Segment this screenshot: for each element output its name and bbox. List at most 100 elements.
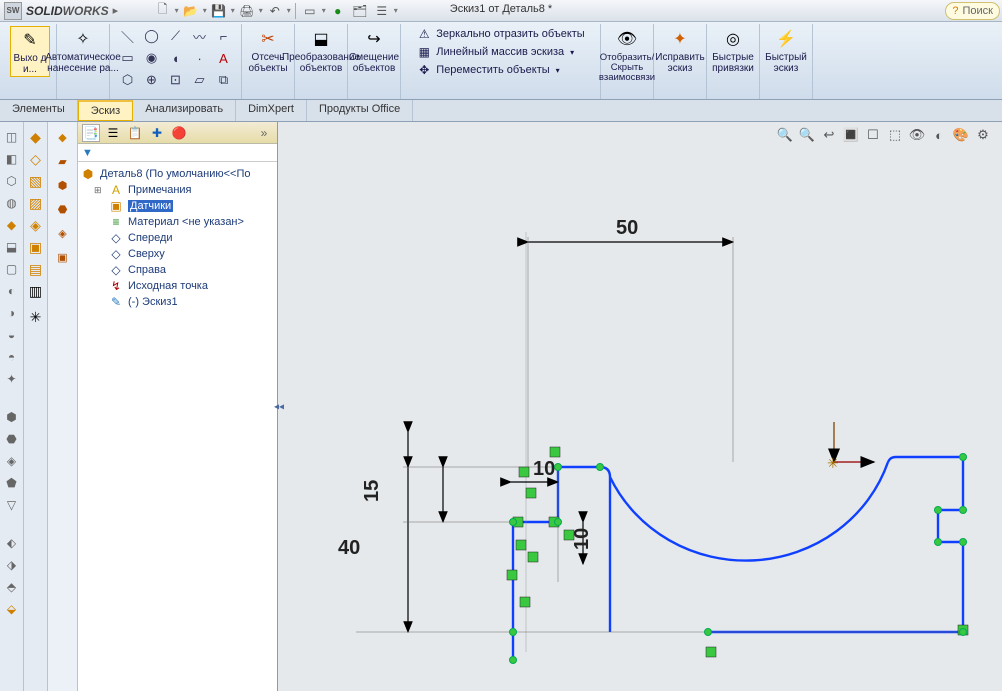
circle-tool-icon[interactable]: ◯ [141,26,163,46]
select-icon[interactable]: ▭ [300,2,320,20]
dimension-50[interactable]: 50 [528,217,733,467]
c2e-icon[interactable]: ◈ [27,216,45,234]
chain-tool-icon[interactable]: ⧉ [213,70,235,90]
c2i-icon[interactable]: ✳ [27,308,45,326]
polygon-tool-icon[interactable]: ⬡ [117,70,139,90]
se2-icon[interactable]: ▰ [54,152,72,170]
c2h-icon[interactable]: ▥ [27,282,45,300]
menu-chevron-icon[interactable]: ▸ [113,4,123,17]
tree-sensors[interactable]: ▣ Датчики [80,198,275,214]
tb19-icon[interactable]: ⬗ [3,556,21,574]
ellipse-tool-icon[interactable]: ◉ [141,48,163,68]
tb3-icon[interactable]: ⬡ [3,172,21,190]
tb5-icon[interactable]: ◆ [3,216,21,234]
print-icon[interactable]: 🖨 [237,2,257,20]
tb11-icon[interactable]: ◓ [3,348,21,366]
tab-elements[interactable]: Элементы [0,100,78,121]
display-relations-button[interactable]: 👁 Отобразить/Скрыть взаимосвязи [607,26,647,84]
spline-tool-icon[interactable]: 〰 [189,26,211,46]
convert-button[interactable]: ⬓ Преобразование объектов [301,26,341,75]
c2a-icon[interactable]: ◆ [27,128,45,146]
tree-top-plane[interactable]: ◇ Сверху [80,246,275,262]
tb9-icon[interactable]: ◑ [3,304,21,322]
tb12-icon[interactable]: ✦ [3,370,21,388]
offset-button[interactable]: ↪ Смещение объектов [354,26,394,75]
manager-tab-design-icon[interactable]: 📑 [82,124,100,142]
se1-icon[interactable]: ◆ [54,128,72,146]
tb14-icon[interactable]: ⬣ [3,430,21,448]
c2b-icon[interactable]: ◇ [27,150,45,168]
tb13-icon[interactable]: ⬢ [3,408,21,426]
tree-part-root[interactable]: ⬢ Деталь8 (По умолчанию<<По [80,166,275,182]
tree-annotations[interactable]: ⊞ A Примечания [80,182,275,198]
plane-tool-icon[interactable]: ▱ [189,70,211,90]
tab-office[interactable]: Продукты Office [307,100,413,121]
manager-tab-dimxpert-icon[interactable]: ✚ [148,124,166,142]
text-tool-icon[interactable]: A [213,48,235,68]
tb6-icon[interactable]: ⬓ [3,238,21,256]
centerline-icon[interactable]: ⊡ [165,70,187,90]
se4-icon[interactable]: ⬣ [54,200,72,218]
c2c-icon[interactable]: ▧ [27,172,45,190]
dimension-15[interactable]: 15 [361,432,513,522]
tb4-icon[interactable]: ◍ [3,194,21,212]
rapid-sketch-button[interactable]: ⚡ Быстрый эскиз [766,26,806,75]
rect-tool-icon[interactable]: ▭ [117,48,139,68]
se3-icon[interactable]: ⬢ [54,176,72,194]
tree-material[interactable]: ≡ Материал <не указан> [80,214,275,230]
tab-analyze[interactable]: Анализировать [133,100,236,121]
repair-sketch-button[interactable]: ✦ Исправить эскиз [660,26,700,75]
more1-icon[interactable]: ⊕ [141,70,163,90]
tb8-icon[interactable]: ◐ [3,282,21,300]
properties-icon[interactable]: ☰ [372,2,392,20]
tb1-icon[interactable]: ◫ [3,128,21,146]
dimension-10-v[interactable]: 10 [571,522,593,564]
move-entities-button[interactable]: ✥ Переместить объекты▾ [416,62,584,78]
tree-sketch1[interactable]: ✎ (-) Эскиз1 [80,294,275,310]
manager-more-icon[interactable]: » [255,124,273,142]
rebuild-icon[interactable]: ● [328,2,348,20]
c2f-icon[interactable]: ▣ [27,238,45,256]
smart-dimension-button[interactable]: ✧ Автоматическое нанесение ра... [63,26,103,75]
linear-pattern-button[interactable]: ▦ Линейный массив эскиза▾ [416,44,584,60]
tb2-icon[interactable]: ◧ [3,150,21,168]
manager-tab-render-icon[interactable]: 🔴 [170,124,188,142]
expander-icon[interactable]: ⊞ [94,185,104,196]
tab-sketch[interactable]: Эскиз [78,100,133,121]
c2g-icon[interactable]: ▤ [27,260,45,278]
tb21-icon[interactable]: ⬙ [3,600,21,618]
open-icon[interactable]: 📂 [181,2,201,20]
graphics-canvas[interactable]: ◂◂ 🔍 🔍 ↩ 🔳 ☐ ⬚ 👁 ◐ 🎨 ⚙ [278,122,1002,691]
tb16-icon[interactable]: ⬟ [3,474,21,492]
manager-tab-config-icon[interactable]: 📋 [126,124,144,142]
tb17-icon[interactable]: ▽ [3,496,21,514]
mirror-button[interactable]: ⚠ Зеркально отразить объекты [416,26,584,42]
se5-icon[interactable]: ◈ [54,224,72,242]
options-icon[interactable]: 🗂 [350,2,370,20]
sketch-profile[interactable] [513,457,963,660]
fillet-tool-icon[interactable]: ⌐ [213,26,235,46]
tree-right-plane[interactable]: ◇ Справа [80,262,275,278]
se6-icon[interactable]: ▣ [54,248,72,266]
tab-dimxpert[interactable]: DimXpert [236,100,307,121]
tree-filter-bar[interactable]: ▼ [78,144,277,162]
search-box[interactable]: ? Поиск [945,2,1000,20]
quick-snaps-button[interactable]: ◎ Быстрые привязки [713,26,753,75]
tb10-icon[interactable]: ◒ [3,326,21,344]
save-icon[interactable]: 💾 [209,2,229,20]
new-icon[interactable]: 🗋 [153,2,173,20]
tree-front-plane[interactable]: ◇ Спереди [80,230,275,246]
tree-origin[interactable]: ↯ Исходная точка [80,278,275,294]
arc-tool-icon[interactable]: ⟋ [165,26,187,46]
tb18-icon[interactable]: ⬖ [3,534,21,552]
exit-sketch-button[interactable]: ✎ Выхо д и... [10,26,50,77]
tb15-icon[interactable]: ◈ [3,452,21,470]
point-tool-icon[interactable]: ∙ [189,48,211,68]
c2d-icon[interactable]: ▨ [27,194,45,212]
slot-tool-icon[interactable]: ◖ [165,48,187,68]
dimension-40[interactable]: 40 [338,467,958,632]
manager-tab-property-icon[interactable]: ☰ [104,124,122,142]
tb20-icon[interactable]: ⬘ [3,578,21,596]
tb7-icon[interactable]: ▢ [3,260,21,278]
line-tool-icon[interactable]: ＼ [117,26,139,46]
